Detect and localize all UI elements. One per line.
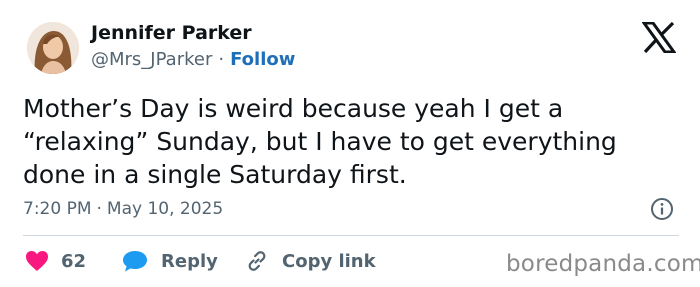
like-button[interactable]: 62 bbox=[25, 247, 86, 275]
watermark: boredpanda.com bbox=[506, 251, 700, 277]
author-handle-row: @Mrs_JParker · Follow bbox=[91, 49, 295, 70]
like-count: 62 bbox=[61, 250, 87, 272]
separator-dot: · bbox=[96, 199, 102, 219]
copy-link-button[interactable]: Copy link bbox=[245, 247, 376, 275]
separator-dot: · bbox=[218, 49, 225, 70]
speech-bubble-icon bbox=[123, 251, 147, 272]
x-logo-icon[interactable] bbox=[642, 22, 676, 53]
copy-link-label: Copy link bbox=[282, 250, 376, 272]
tweet-timestamp[interactable]: 7:20 PM · May 10, 2025 bbox=[23, 199, 223, 219]
avatar[interactable] bbox=[27, 22, 79, 74]
link-icon bbox=[248, 251, 266, 271]
author-handle[interactable]: @Mrs_JParker bbox=[91, 49, 212, 70]
tweet-text: Mother’s Day is weird because yeah I get… bbox=[23, 94, 617, 189]
tweet-date: May 10, 2025 bbox=[106, 199, 224, 219]
heart-icon bbox=[26, 251, 48, 271]
author-name[interactable]: Jennifer Parker bbox=[91, 22, 252, 44]
profile-photo bbox=[27, 22, 79, 74]
divider bbox=[23, 235, 679, 236]
tweet-time: 7:20 PM bbox=[23, 199, 92, 219]
reply-button[interactable]: Reply bbox=[122, 247, 218, 275]
follow-button[interactable]: Follow bbox=[230, 49, 295, 70]
reply-label: Reply bbox=[161, 250, 218, 272]
info-icon[interactable] bbox=[650, 197, 674, 221]
